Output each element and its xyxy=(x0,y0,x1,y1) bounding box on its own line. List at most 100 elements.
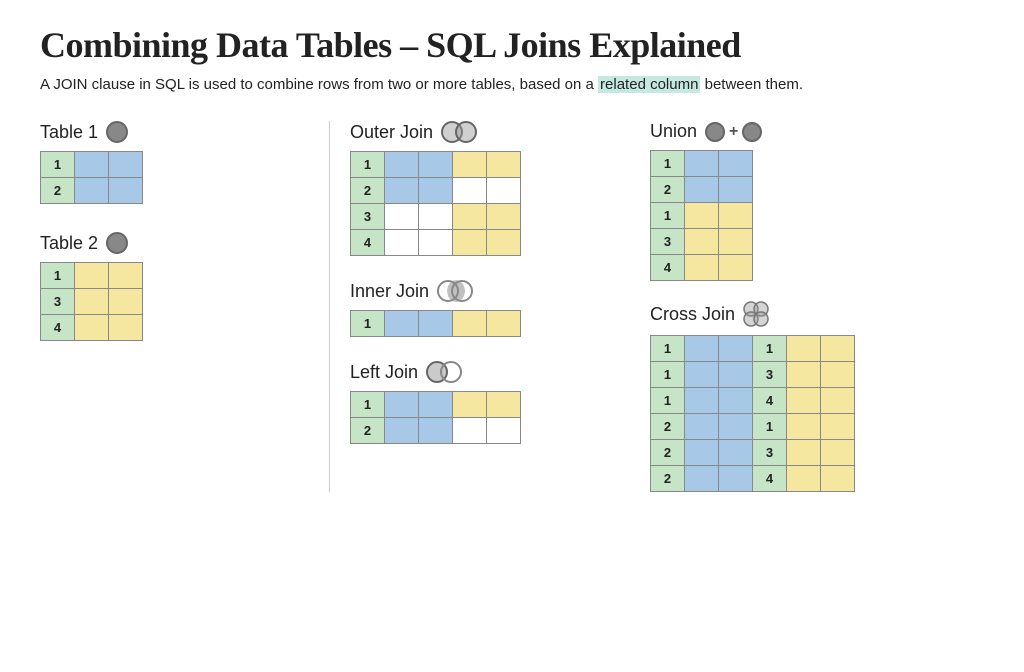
cross-join-title: Cross Join xyxy=(650,301,984,327)
cell-data xyxy=(719,466,753,492)
cell-id: 1 xyxy=(651,362,685,388)
subtitle-text-2: between them. xyxy=(700,76,803,93)
cell-data xyxy=(787,414,821,440)
cell-data xyxy=(109,289,143,315)
outer-join-title: Outer Join xyxy=(350,121,610,143)
cell-data xyxy=(685,151,719,177)
table-row: 1 xyxy=(351,311,521,337)
table-row: 4 xyxy=(41,315,143,341)
union-icon: + xyxy=(705,122,762,142)
cell-data xyxy=(419,311,453,337)
cross-join-label: Cross Join xyxy=(650,304,735,325)
cell-data xyxy=(787,440,821,466)
cell-id: 1 xyxy=(651,336,685,362)
cell-id: 1 xyxy=(351,152,385,178)
left-join-table: 1 2 xyxy=(350,391,521,444)
inner-join-icon xyxy=(437,280,475,302)
cell-data xyxy=(487,152,521,178)
cell-data xyxy=(487,204,521,230)
cell-data xyxy=(821,388,855,414)
cell-data xyxy=(787,388,821,414)
mid-column: Outer Join 1 2 xyxy=(330,121,630,492)
table-row: 2 xyxy=(351,418,521,444)
cell-data xyxy=(685,255,719,281)
cell-id: 1 xyxy=(41,263,75,289)
cell-data xyxy=(787,362,821,388)
cell-data xyxy=(453,204,487,230)
cell-data xyxy=(685,362,719,388)
cell-data xyxy=(719,203,753,229)
table2: 1 3 4 xyxy=(40,262,143,341)
cell-data xyxy=(385,204,419,230)
cell-data xyxy=(685,466,719,492)
cell-data xyxy=(385,418,419,444)
cell-data xyxy=(419,392,453,418)
cell-id2: 3 xyxy=(753,440,787,466)
subtitle: A JOIN clause in SQL is used to combine … xyxy=(40,76,984,93)
table-row: 1 xyxy=(651,203,753,229)
cell-data xyxy=(109,178,143,204)
cell-data xyxy=(685,203,719,229)
outer-join-section: Outer Join 1 2 xyxy=(350,121,610,256)
cell-id: 2 xyxy=(651,466,685,492)
left-column: Table 1 1 2 xyxy=(40,121,330,492)
cell-id2: 1 xyxy=(753,414,787,440)
cell-id: 2 xyxy=(351,178,385,204)
cell-data xyxy=(109,152,143,178)
cell-data xyxy=(419,230,453,256)
cell-data xyxy=(821,414,855,440)
table-row: 1 xyxy=(351,152,521,178)
cross-join-table: 1 1 1 3 xyxy=(650,335,855,492)
table2-section: Table 2 1 3 4 xyxy=(40,232,309,341)
cell-id: 1 xyxy=(651,203,685,229)
table2-label: Table 2 xyxy=(40,233,98,254)
cell-id2: 1 xyxy=(753,336,787,362)
table1-icon xyxy=(106,121,128,143)
cell-id2: 4 xyxy=(753,466,787,492)
union-section: Union + 1 2 xyxy=(650,121,984,281)
cell-data xyxy=(419,418,453,444)
inner-join-label: Inner Join xyxy=(350,281,429,302)
outer-join-label: Outer Join xyxy=(350,122,433,143)
table-row: 1 4 xyxy=(651,388,855,414)
cell-data xyxy=(453,392,487,418)
table-row: 2 1 xyxy=(651,414,855,440)
cell-data xyxy=(685,440,719,466)
cell-data xyxy=(821,440,855,466)
table-row: 2 4 xyxy=(651,466,855,492)
table1: 1 2 xyxy=(40,151,143,204)
cell-id: 2 xyxy=(41,178,75,204)
union-circle2 xyxy=(742,122,762,142)
cell-data xyxy=(685,388,719,414)
cell-id: 2 xyxy=(351,418,385,444)
cell-data xyxy=(719,255,753,281)
cell-data xyxy=(75,152,109,178)
cross-join-section: Cross Join 1 1 xyxy=(650,301,984,492)
cell-id: 4 xyxy=(351,230,385,256)
cell-id: 2 xyxy=(651,414,685,440)
cell-data xyxy=(685,336,719,362)
union-circle1 xyxy=(705,122,725,142)
table-row: 2 xyxy=(351,178,521,204)
cross-join-icon xyxy=(743,301,769,327)
cell-data xyxy=(821,336,855,362)
cell-data xyxy=(419,152,453,178)
cell-data xyxy=(719,388,753,414)
cell-data xyxy=(75,289,109,315)
table-row: 4 xyxy=(651,255,753,281)
cell-data xyxy=(385,311,419,337)
cell-data xyxy=(385,392,419,418)
cell-data xyxy=(453,230,487,256)
left-join-icon xyxy=(426,361,464,383)
outer-join-icon xyxy=(441,121,479,143)
cell-data xyxy=(385,178,419,204)
cell-data xyxy=(75,263,109,289)
cell-data xyxy=(453,152,487,178)
cell-data xyxy=(487,230,521,256)
cell-id: 1 xyxy=(651,388,685,414)
table-row: 2 xyxy=(651,177,753,203)
table2-icon xyxy=(106,232,128,254)
cell-data xyxy=(75,315,109,341)
union-table: 1 2 1 3 xyxy=(650,150,753,281)
right-column: Union + 1 2 xyxy=(630,121,984,492)
